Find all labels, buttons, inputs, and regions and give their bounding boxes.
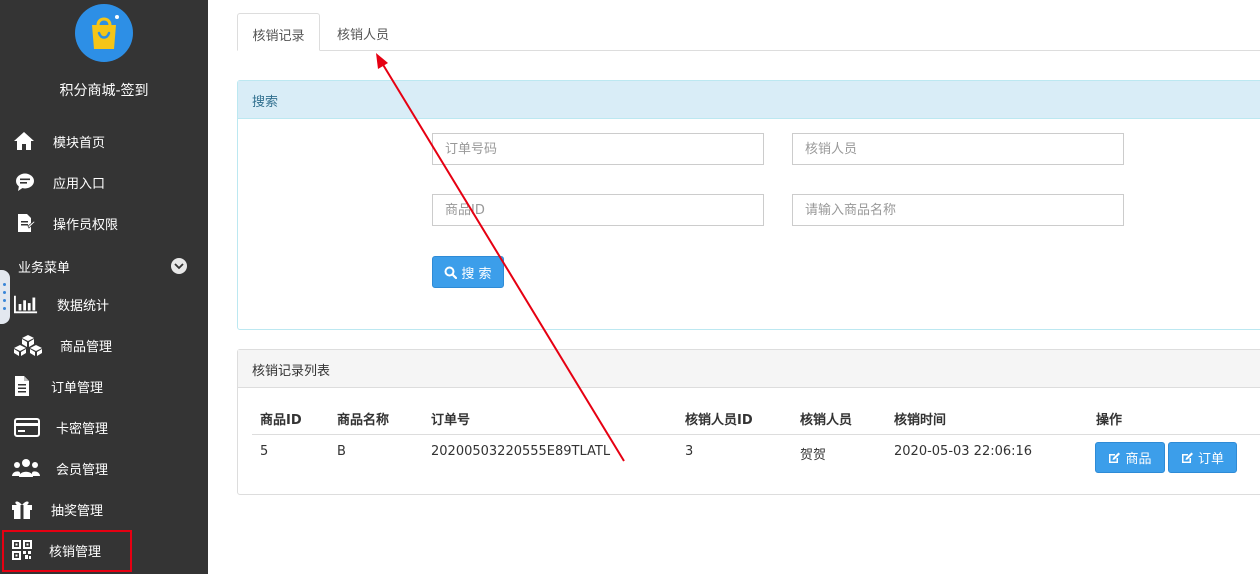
tab-bar: 核销记录 核销人员: [237, 13, 1260, 51]
collapse-toggle[interactable]: [171, 258, 187, 274]
sidebar-item-app-entry[interactable]: 应用入口: [0, 164, 208, 200]
search-panel-title: 搜索: [238, 81, 1260, 119]
home-icon: [12, 131, 36, 151]
sidebar-item-home[interactable]: 模块首页: [0, 123, 208, 159]
sidebar-item-operator-permissions[interactable]: 操作员权限: [0, 205, 208, 241]
column-header: 核销人员ID: [685, 413, 753, 428]
credit-card-icon: [13, 417, 41, 437]
active-highlight-box: [2, 530, 132, 572]
column-header: 核销时间: [894, 413, 947, 428]
sidebar-item-card-keys[interactable]: 卡密管理: [0, 409, 208, 445]
column-header: 商品名称: [337, 413, 390, 428]
sidebar-item-lottery[interactable]: 抽奖管理: [0, 491, 208, 527]
search-icon: [444, 266, 458, 279]
sidebar: 积分商城-签到 模块首页 应用入口 操作员权限 业务菜单 数据统计 商品管理 订…: [0, 0, 208, 574]
goods-name-input[interactable]: [792, 194, 1124, 226]
cell-order-no: 20200503220555E89TLATL: [431, 444, 611, 459]
sidebar-item-label: 订单管理: [51, 381, 104, 396]
document-edit-icon: [13, 213, 37, 233]
records-panel-title: 核销记录列表: [238, 350, 1260, 388]
edit-icon: [1181, 452, 1193, 463]
view-goods-button[interactable]: 商品: [1095, 442, 1165, 473]
app-title: 积分商城-签到: [59, 83, 149, 99]
shopping-bag-icon: [92, 15, 119, 49]
search-button[interactable]: 搜 索: [432, 256, 504, 288]
sidebar-item-label: 商品管理: [60, 340, 113, 355]
column-header: 订单号: [431, 413, 471, 428]
cell-goods-name: B: [337, 444, 346, 459]
column-header: 商品ID: [260, 413, 302, 428]
tab-verification-staff[interactable]: 核销人员: [327, 13, 399, 51]
sidebar-item-label: 抽奖管理: [51, 504, 104, 519]
bar-chart-icon: [14, 294, 38, 314]
cell-staff-name: 贺贺: [800, 448, 827, 463]
table-divider: [252, 434, 1260, 435]
view-goods-button-label: 商品: [1125, 452, 1152, 467]
order-no-input[interactable]: [432, 133, 764, 165]
users-icon: [12, 458, 40, 478]
cell-goods-id: 5: [260, 444, 269, 459]
cell-staff-id: 3: [685, 444, 694, 459]
sidebar-item-orders[interactable]: 订单管理: [0, 368, 208, 404]
sidebar-item-goods[interactable]: 商品管理: [0, 327, 208, 363]
sidebar-item-members[interactable]: 会员管理: [0, 450, 208, 486]
column-header: 核销人员: [800, 413, 853, 428]
cell-time: 2020-05-03 22:06:16: [894, 444, 1033, 459]
tab-verification-records[interactable]: 核销记录: [237, 13, 320, 51]
gift-icon: [10, 499, 34, 519]
view-order-button[interactable]: 订单: [1168, 442, 1237, 473]
cubes-icon: [13, 335, 43, 356]
app-logo: [75, 4, 133, 62]
sidebar-item-label: 模块首页: [53, 136, 106, 151]
sidebar-item-statistics[interactable]: 数据统计: [0, 286, 208, 322]
view-order-button-label: 订单: [1197, 452, 1224, 467]
column-header: 操作: [1096, 413, 1123, 428]
records-panel: 核销记录列表 商品ID 商品名称 订单号 核销人员ID 核销人员 核销时间 操作…: [237, 349, 1260, 495]
chat-bubble-icon: [13, 172, 37, 192]
file-text-icon: [10, 376, 34, 396]
sidebar-item-label: 卡密管理: [56, 422, 109, 437]
edit-icon: [1109, 452, 1121, 463]
sidebar-item-label: 数据统计: [57, 299, 110, 314]
chevron-down-icon: [174, 263, 184, 270]
sidebar-item-label: 应用入口: [53, 177, 106, 192]
staff-input[interactable]: [792, 133, 1124, 165]
search-button-label: 搜 索: [461, 266, 492, 282]
sidebar-item-label: 会员管理: [56, 463, 109, 478]
goods-id-input[interactable]: [432, 194, 764, 226]
sidebar-item-label: 操作员权限: [53, 218, 119, 233]
business-menu-label: 业务菜单: [18, 261, 71, 276]
search-panel: 搜索 搜 索: [237, 80, 1260, 330]
